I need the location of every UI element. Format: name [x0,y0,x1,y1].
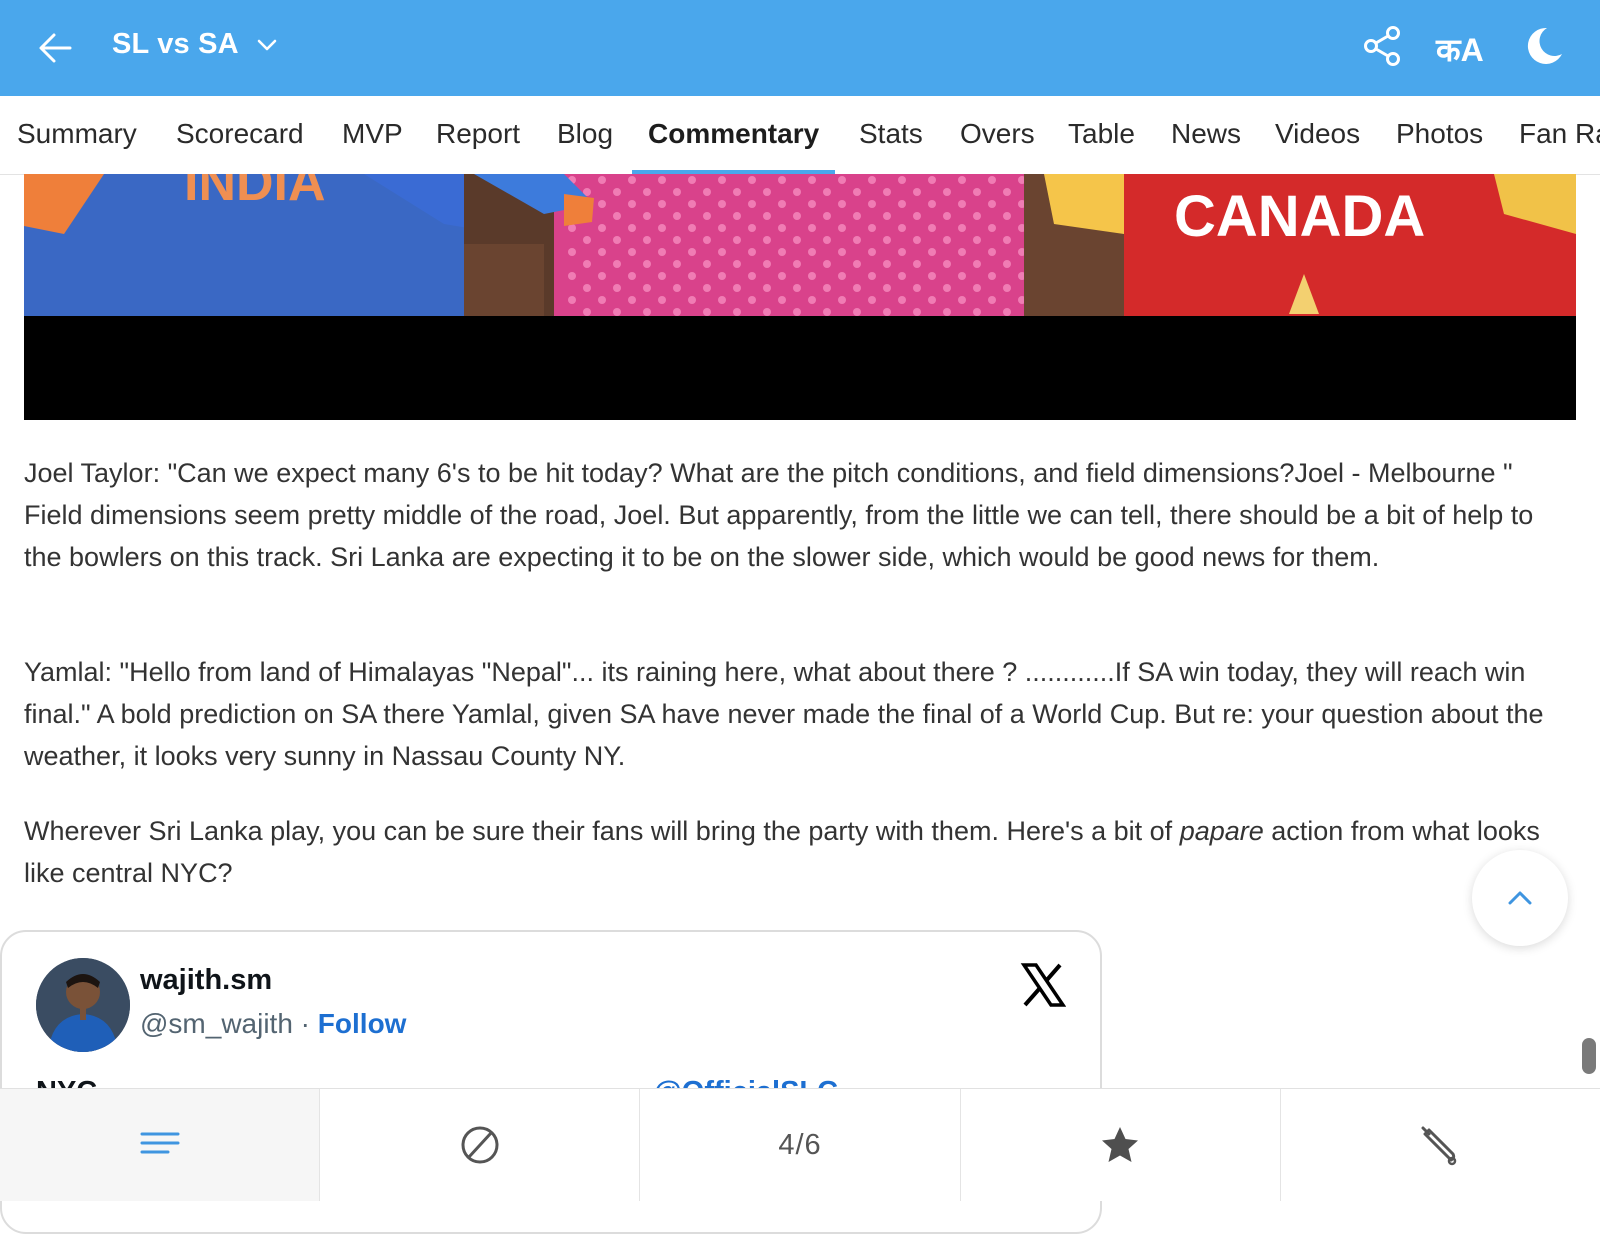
cricket-ball-icon [461,1126,499,1164]
match-title-dropdown[interactable]: SL vs SA [112,28,279,61]
match-title: SL vs SA [112,28,239,60]
tab-fan-ratings[interactable]: Fan Ra [1519,96,1600,174]
tweet-author-name[interactable]: wajith.sm [140,964,272,997]
chevron-up-icon [1508,891,1532,905]
tab-report[interactable]: Report [436,96,520,174]
tab-photos[interactable]: Photos [1396,96,1483,174]
follow-link[interactable]: Follow [318,1008,407,1039]
tab-news[interactable]: News [1171,96,1241,174]
scrollbar-thumb[interactable] [1582,1038,1596,1074]
avatar[interactable] [36,958,130,1052]
menu-button[interactable] [0,1089,321,1201]
chevron-down-icon [257,39,277,50]
tweet-author-handle-row: @sm_wajith · Follow [140,1008,407,1039]
dark-mode-moon-icon[interactable] [1520,24,1568,72]
commentary-paragraph: Wherever Sri Lanka play, you can be sure… [24,816,1540,888]
tab-commentary[interactable]: Commentary [631,96,836,174]
cricket-bat-button[interactable] [1281,1089,1600,1201]
page-indicator[interactable]: 4/6 [640,1089,961,1201]
bottom-navigation: 4/6 [0,1088,1600,1201]
scroll-to-top-button[interactable] [1472,850,1568,946]
tweet-author-handle[interactable]: @sm_wajith [140,1008,293,1039]
top-app-bar: SL vs SA कA [0,0,1600,96]
india-vs-canada-photo: INDIA CANADA [24,174,1576,316]
language-toggle-icon[interactable]: कA [1436,28,1492,76]
tab-table[interactable]: Table [1068,96,1135,174]
x-logo-icon[interactable] [1020,962,1067,1008]
share-icon[interactable] [1360,24,1408,72]
tab-summary[interactable]: Summary [17,96,137,174]
tab-blog[interactable]: Blog [557,96,613,174]
match-tabs: Summary Scorecard MVP Report Blog Commen… [0,96,1600,175]
back-arrow-icon[interactable] [34,26,78,70]
page-indicator-text: 4/6 [778,1128,822,1161]
live-ball-button[interactable] [320,1089,641,1201]
star-icon [1102,1127,1139,1162]
menu-lines-icon [140,1132,180,1154]
video-player[interactable]: INDIA CANADA [24,174,1576,420]
commentary-paragraph: Yamlal: "Hello from land of Himalayas "N… [24,657,1544,771]
tab-overs[interactable]: Overs [960,96,1035,174]
tab-mvp[interactable]: MVP [342,96,403,174]
canada-jersey-text: CANADA [1174,184,1425,249]
cricket-bat-icon [1421,1126,1457,1166]
india-jersey-text: INDIA [184,174,326,212]
commentary-paragraph: Joel Taylor: "Can we expect many 6's to … [24,458,1534,572]
favorites-button[interactable] [961,1089,1281,1201]
tab-scorecard[interactable]: Scorecard [176,96,304,174]
tab-stats[interactable]: Stats [859,96,923,174]
tab-videos[interactable]: Videos [1275,96,1360,174]
video-letterbox [24,316,1576,420]
